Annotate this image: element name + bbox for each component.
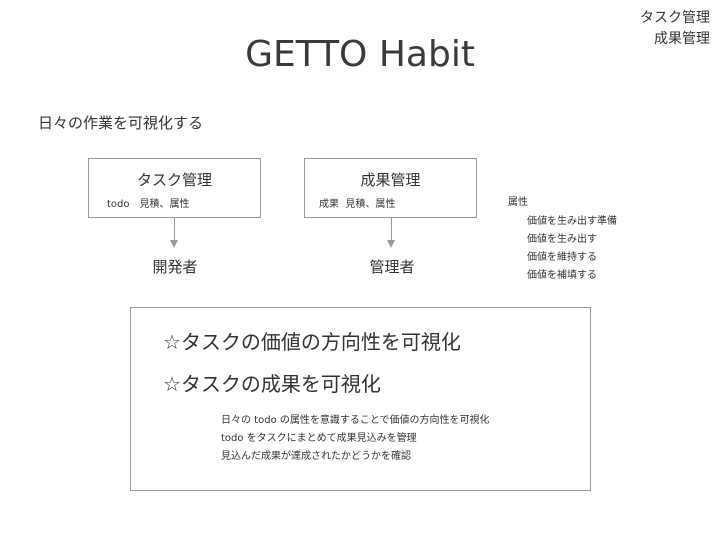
detail-list: 日々の todo の属性を意識することで価値の方向性を可視化 todo をタスク…	[221, 412, 490, 466]
summary-box: ☆タスクの価値の方向性を可視化 ☆タスクの成果を可視化 日々の todo の属性…	[130, 307, 591, 491]
arrow-down-icon	[170, 240, 178, 248]
detail-item: 見込んだ成果が達成されたかどうかを確認	[221, 451, 411, 462]
actor-manager: 管理者	[369, 258, 415, 276]
attributes-list: 価値を生み出す準備 価値を生み出す 価値を維持する 価値を補填する	[527, 213, 617, 285]
box-title: タスク管理	[136, 171, 212, 189]
box-tags: 成果 見積、属性	[319, 199, 396, 210]
arrow-down-icon	[387, 240, 395, 248]
attribute-item: 価値を補填する	[527, 270, 597, 281]
star-icon: ☆	[163, 330, 181, 354]
corner-label-line: タスク管理	[640, 10, 710, 26]
task-management-box: タスク管理 todo 見積、属性	[88, 158, 261, 218]
attribute-item: 価値を生み出す	[527, 234, 597, 245]
box-title: 成果管理	[360, 171, 421, 189]
star-icon: ☆	[163, 372, 181, 396]
detail-item: 日々の todo の属性を意識することで価値の方向性を可視化	[221, 415, 490, 426]
result-management-box: 成果管理 成果 見積、属性	[304, 158, 477, 218]
arrow-line	[391, 218, 392, 240]
headline-text: タスクの価値の方向性を可視化	[180, 330, 461, 354]
slide-title: GETTO Habit	[245, 34, 475, 75]
subtitle: 日々の作業を可視化する	[38, 114, 204, 132]
attribute-item: 価値を維持する	[527, 252, 597, 263]
headline: ☆タスクの成果を可視化	[163, 370, 381, 398]
actor-developer: 開発者	[152, 258, 198, 276]
headline: ☆タスクの価値の方向性を可視化	[163, 328, 461, 356]
arrow-line	[174, 218, 175, 240]
headline-text: タスクの成果を可視化	[180, 372, 381, 396]
attributes-title: 属性	[508, 197, 528, 208]
detail-item: todo をタスクにまとめて成果見込みを管理	[221, 433, 417, 444]
attribute-item: 価値を生み出す準備	[527, 216, 617, 227]
box-tags: todo 見積、属性	[107, 199, 190, 210]
